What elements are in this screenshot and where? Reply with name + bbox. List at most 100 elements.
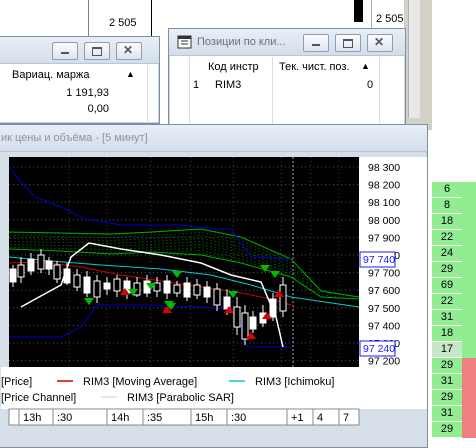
column-divider [147, 65, 148, 123]
order-book-row[interactable]: 29 [432, 262, 476, 278]
order-book-side [462, 262, 476, 278]
order-book-side [462, 230, 476, 246]
candle-body [113, 278, 121, 292]
order-book-volume: 18 [432, 326, 462, 341]
y-tick-label: 98 000 [368, 215, 400, 227]
order-book-volume: 29 [432, 262, 462, 277]
order-book-side [462, 406, 476, 422]
window-title: ик цены и объёма - [5 минут] [1, 132, 148, 144]
order-book-volume: 24 [432, 246, 462, 261]
candle-body [17, 264, 25, 278]
column-header-code[interactable]: Код инстр [208, 61, 259, 73]
variation-margin-value: 0,00 [87, 103, 109, 115]
candle-body [53, 264, 61, 280]
table-row[interactable]: 1 RIM3 0 [169, 77, 405, 93]
order-book-side [462, 182, 476, 198]
candle-body [163, 280, 171, 294]
minimize-button[interactable] [303, 34, 329, 52]
order-book-separator [432, 437, 462, 438]
candle-body [183, 282, 191, 298]
time-tick-label: 4 [317, 412, 323, 424]
order-book-row[interactable]: 29 [432, 422, 476, 438]
sort-arrow-icon: ▲ [361, 61, 370, 71]
table-icon [177, 35, 192, 49]
row-position: 0 [367, 79, 374, 91]
order-book-row[interactable]: 31 [432, 310, 476, 326]
order-book-row[interactable]: 31 [432, 406, 476, 422]
candle-body [27, 258, 35, 272]
background-right-panel [404, 0, 432, 130]
order-book-row[interactable]: 29 [432, 358, 476, 374]
order-book-row[interactable]: 69 [432, 278, 476, 294]
background-axis [151, 0, 152, 36]
order-book-volume: 29 [432, 358, 462, 373]
order-book-row[interactable]: 22 [432, 230, 476, 246]
y-tick-label: 97 600 [368, 285, 400, 297]
y-tick-label: 98 200 [368, 180, 400, 192]
candle-body [213, 288, 221, 306]
order-book-row[interactable]: 24 [432, 246, 476, 262]
y-tick-label: 97 200 [368, 356, 400, 368]
y-tick-label: 98 100 [368, 197, 400, 209]
row-code: RIM3 [215, 79, 242, 91]
candle-body [173, 284, 181, 294]
order-book-side [462, 278, 476, 294]
window-titlebar[interactable]: ✕ [0, 37, 159, 64]
order-book-row[interactable]: 22 [432, 294, 476, 310]
order-book: 6 8 18 22 24 29 69 22 31 18 17 29 31 29 31 29 [432, 182, 476, 446]
maximize-button[interactable] [84, 42, 110, 60]
time-tick-label: 13h [23, 412, 41, 424]
legend-label: [Price] [1, 376, 32, 388]
background-scrollbar[interactable] [408, 0, 420, 118]
order-book-row[interactable]: 17 [432, 342, 476, 358]
chart-area[interactable]: 98 30098 20098 10098 00097 90097 80097 7… [1, 157, 427, 447]
order-book-volume: 31 [432, 374, 462, 389]
y-tick-label: 97 700 [368, 268, 400, 280]
candle-body [233, 306, 241, 328]
window-titlebar[interactable]: Позиции по кли... ✕ [169, 29, 405, 56]
column-header-position[interactable]: Тек. чист. поз. [279, 61, 350, 73]
order-book-volume: 18 [432, 214, 462, 229]
y-tick-label: 98 300 [368, 162, 400, 174]
order-book-side [462, 342, 476, 358]
candle-body [37, 254, 45, 270]
order-book-row[interactable]: 6 [432, 182, 476, 198]
candle-body [93, 280, 101, 298]
order-book-volume: 29 [432, 390, 462, 405]
time-tick-label: :30 [231, 412, 246, 424]
legend-label: RIM3 [Ichimoku] [255, 376, 334, 388]
order-book-side [462, 246, 476, 262]
window-titlebar[interactable]: ик цены и объёма - [5 минут] [0, 125, 427, 152]
order-book-row[interactable]: 18 [432, 326, 476, 342]
column-divider [379, 57, 380, 129]
candle-body [203, 286, 211, 298]
time-tick-label: 14h [111, 412, 129, 424]
candle-body [73, 274, 81, 288]
candle-body [269, 298, 277, 318]
candle-body [63, 268, 71, 284]
sort-arrow-icon: ▲ [126, 69, 135, 79]
close-button[interactable]: ✕ [116, 42, 142, 60]
positions-window: Позиции по кли... ✕ Код инстр Тек. чист.… [168, 28, 406, 130]
window-title: Позиции по кли... [197, 36, 286, 48]
minimize-button[interactable] [52, 42, 78, 60]
order-book-row[interactable]: 29 [432, 390, 476, 406]
order-book-row[interactable]: 18 [432, 214, 476, 230]
order-book-side [462, 358, 476, 374]
time-tick-label: :35 [147, 412, 162, 424]
background-tick-label: 2 505 [109, 17, 137, 29]
order-book-side [462, 422, 476, 438]
maximize-button[interactable] [335, 34, 361, 52]
y-tick-label: 97 900 [368, 232, 400, 244]
column-header-variation-margin[interactable]: Вариац. маржа ▲ [12, 69, 142, 81]
candle-body [249, 316, 257, 330]
minimize-icon [61, 52, 69, 54]
time-tick-label: 15h [195, 412, 213, 424]
order-book-row[interactable]: 8 [432, 198, 476, 214]
order-book-row[interactable]: 31 [432, 374, 476, 390]
order-book-side [462, 198, 476, 214]
close-button[interactable]: ✕ [367, 34, 393, 52]
close-icon: ✕ [374, 35, 385, 49]
column-header-label: Вариац. маржа [12, 69, 90, 81]
legend-label: RIM3 [Parabolic SAR] [127, 392, 234, 404]
